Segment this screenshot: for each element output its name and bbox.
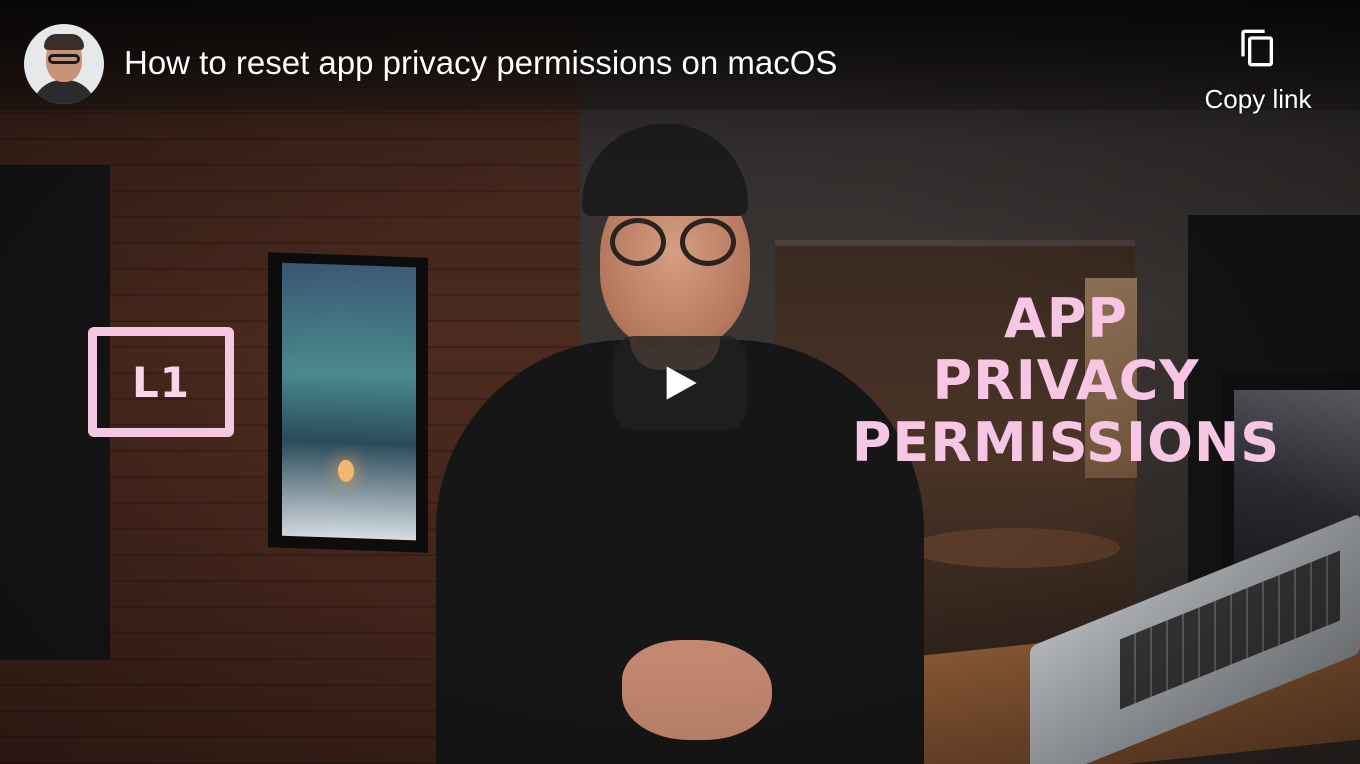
copy-icon — [1241, 29, 1273, 67]
video-title[interactable]: How to reset app privacy permissions on … — [124, 44, 837, 82]
l1-logo: L1 — [88, 327, 234, 437]
video-player[interactable]: L1 APP PRIVACY PERMISSIONS How to reset … — [0, 0, 1360, 764]
avatar-body — [32, 80, 96, 104]
thumbnail-overlay-text: APP PRIVACY PERMISSIONS — [850, 288, 1282, 474]
overlay-line-permissions: PERMISSIONS — [851, 411, 1281, 474]
play-icon — [666, 366, 697, 400]
overlay-line-app: APP — [1004, 287, 1128, 350]
channel-avatar[interactable] — [24, 24, 104, 104]
copy-link-button[interactable]: Copy link — [1196, 26, 1320, 122]
avatar-hair — [44, 34, 84, 50]
overlay-line-privacy: PRIVACY — [932, 349, 1200, 412]
copy-link-label: Copy link — [1204, 84, 1312, 114]
l1-logo-text: L1 — [132, 357, 190, 407]
play-button[interactable] — [613, 336, 747, 430]
avatar-glasses — [48, 54, 80, 64]
